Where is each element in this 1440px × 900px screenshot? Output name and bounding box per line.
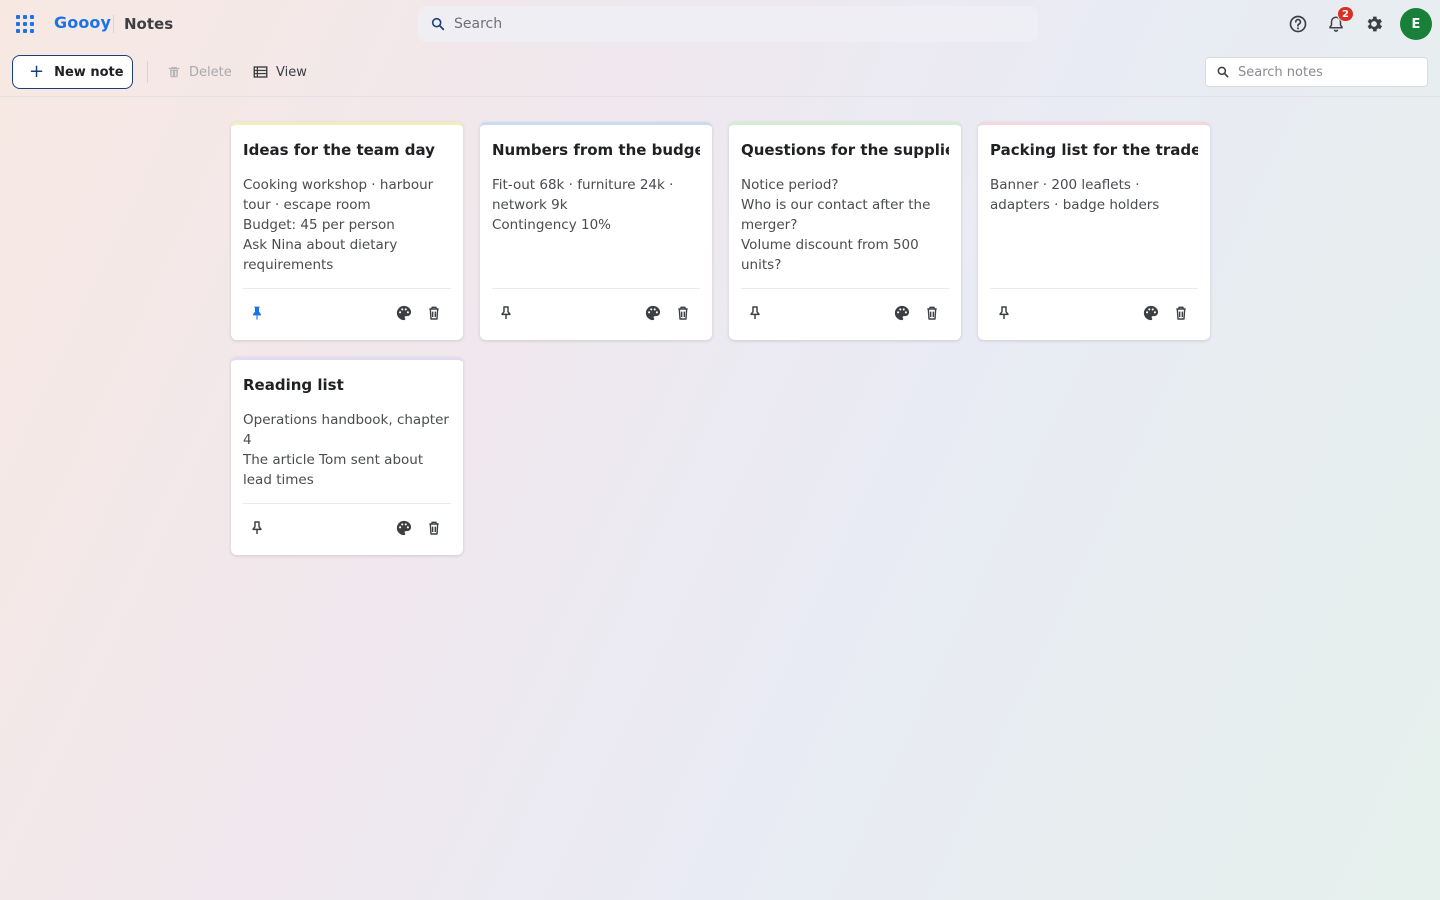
note-title: Packing list for the trade fai (990, 141, 1198, 159)
note-body: Cooking workshop · harbour tour · escape… (243, 175, 453, 275)
avatar[interactable]: E (1400, 8, 1432, 40)
pin-icon[interactable] (993, 302, 1015, 324)
note-line: Contingency 10% (492, 217, 611, 233)
notes-search-box[interactable] (1205, 57, 1428, 87)
help-icon[interactable] (1282, 8, 1314, 40)
note-footer (741, 288, 949, 340)
search-icon (1217, 66, 1229, 78)
plus-icon: + (29, 61, 45, 82)
trash-icon[interactable] (423, 302, 445, 324)
note-line: The article Tom sent about lead times (243, 452, 424, 488)
app-name: Notes (124, 15, 174, 33)
new-note-label: New note (54, 64, 124, 80)
note-line: Notice period? (741, 177, 839, 193)
note-body: Banner · 200 leaflets · adapters · badge… (990, 175, 1200, 215)
top-header: Goooy Notes 2 E (0, 0, 1440, 48)
gear-icon[interactable] (1358, 8, 1390, 40)
trash-icon[interactable] (921, 302, 943, 324)
notes-toolbar: + New note Delete View (0, 48, 1440, 97)
delete-label: Delete (189, 64, 232, 80)
note-card[interactable]: Numbers from the budget c Fit-out 68k · f… (480, 122, 712, 340)
note-line: Operations handbook, chapter 4 (243, 412, 449, 448)
palette-icon[interactable] (891, 302, 913, 324)
note-line: Fit-out 68k · furniture 24k · network 9k (492, 177, 674, 213)
trash-icon[interactable] (672, 302, 694, 324)
delete-button[interactable]: Delete (167, 62, 232, 82)
search-icon (431, 17, 445, 31)
note-card[interactable]: Questions for the supplier Notice period?… (729, 122, 961, 340)
new-note-button[interactable]: + New note (12, 55, 133, 89)
trash-icon[interactable] (1170, 302, 1192, 324)
pin-icon[interactable] (246, 517, 268, 539)
global-search-input[interactable] (454, 16, 1014, 32)
view-list-icon (253, 66, 268, 78)
note-footer (243, 288, 451, 340)
palette-icon[interactable] (642, 302, 664, 324)
note-line: Who is our contact after the merger? (741, 197, 931, 233)
note-line: Banner · 200 leaflets · adapters · badge… (990, 177, 1160, 213)
header-divider (113, 15, 114, 33)
note-body: Fit-out 68k · furniture 24k · network 9k… (492, 175, 702, 235)
view-button[interactable]: View (253, 62, 307, 82)
notes-search-input[interactable] (1238, 64, 1418, 80)
note-card[interactable]: Packing list for the trade fai Banner · 2… (978, 122, 1210, 340)
note-body: Operations handbook, chapter 4 The articl… (243, 410, 453, 490)
palette-icon[interactable] (393, 302, 415, 324)
trash-icon[interactable] (423, 517, 445, 539)
palette-icon[interactable] (1140, 302, 1162, 324)
note-card[interactable]: Reading list Operations handbook, chapter… (231, 357, 463, 555)
note-line: Budget: 45 per person (243, 217, 395, 233)
note-line: Cooking workshop · harbour tour · escape… (243, 177, 434, 213)
brand-logo[interactable]: Goooy (54, 13, 111, 32)
pin-icon[interactable] (495, 302, 517, 324)
note-title: Questions for the supplier (741, 141, 949, 159)
notification-badge: 2 (1337, 6, 1354, 22)
note-card[interactable]: Ideas for the team day Cooking workshop ·… (231, 122, 463, 340)
note-footer (990, 288, 1198, 340)
note-title: Numbers from the budget c (492, 141, 700, 159)
trash-icon (168, 67, 180, 78)
apps-grid-icon[interactable] (14, 13, 36, 35)
note-body: Notice period? Who is our contact after t… (741, 175, 951, 275)
note-title: Ideas for the team day (243, 141, 435, 159)
palette-icon[interactable] (393, 517, 415, 539)
note-footer (492, 288, 700, 340)
note-footer (243, 503, 451, 555)
note-line: Ask Nina about dietary requirements (243, 237, 398, 273)
toolbar-divider (147, 61, 148, 83)
pinned-icon[interactable] (246, 302, 268, 324)
global-search-bar[interactable] (418, 6, 1038, 42)
note-title: Reading list (243, 376, 344, 394)
view-label: View (276, 64, 307, 80)
pin-icon[interactable] (744, 302, 766, 324)
note-line: Volume discount from 500 units? (741, 237, 919, 273)
